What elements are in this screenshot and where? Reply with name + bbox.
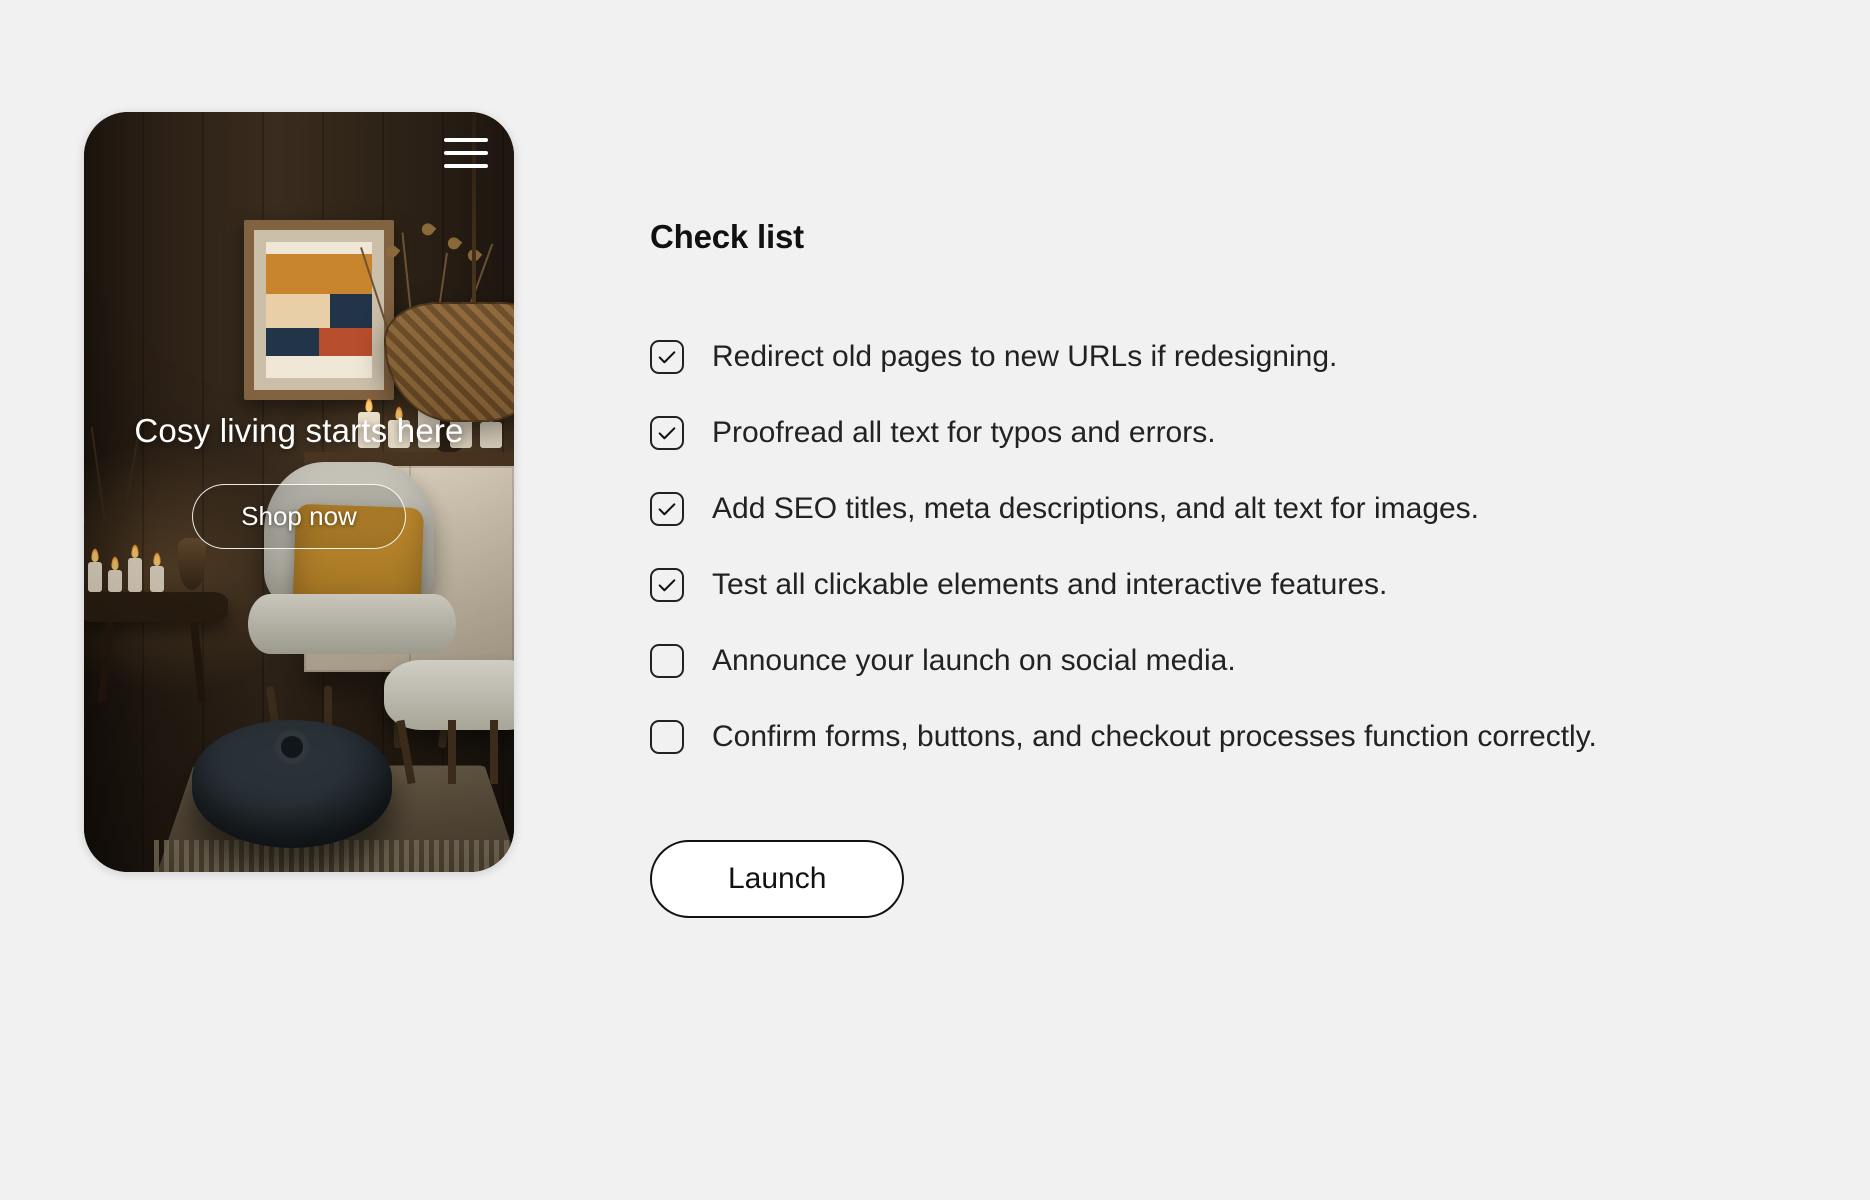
checklist-item-label: Announce your launch on social media. <box>712 644 1236 678</box>
footstool <box>384 660 514 730</box>
hero-title: Cosy living starts here <box>84 412 514 450</box>
hamburger-menu-icon[interactable] <box>444 138 488 170</box>
checklist-checkbox[interactable] <box>650 492 684 526</box>
checklist: Redirect old pages to new URLs if redesi… <box>650 340 1870 754</box>
mobile-site-preview: Cosy living starts here Shop now <box>84 112 514 872</box>
checklist-item-label: Redirect old pages to new URLs if redesi… <box>712 340 1337 374</box>
checklist-heading: Check list <box>650 218 1870 256</box>
checklist-item-label: Add SEO titles, meta descriptions, and a… <box>712 492 1479 526</box>
checklist-panel: Check list Redirect old pages to new URL… <box>650 218 1870 918</box>
pouf <box>192 720 392 848</box>
checklist-item: Confirm forms, buttons, and checkout pro… <box>650 720 1870 754</box>
launch-button[interactable]: Launch <box>650 840 904 918</box>
checklist-item: Add SEO titles, meta descriptions, and a… <box>650 492 1870 526</box>
checklist-item: Announce your launch on social media. <box>650 644 1870 678</box>
shop-now-button[interactable]: Shop now <box>192 484 406 549</box>
checklist-item-label: Test all clickable elements and interact… <box>712 568 1387 602</box>
checklist-item-label: Confirm forms, buttons, and checkout pro… <box>712 720 1597 754</box>
checklist-checkbox[interactable] <box>650 416 684 450</box>
checklist-item-label: Proofread all text for typos and errors. <box>712 416 1216 450</box>
checklist-checkbox[interactable] <box>650 720 684 754</box>
checklist-checkbox[interactable] <box>650 568 684 602</box>
checklist-item: Test all clickable elements and interact… <box>650 568 1870 602</box>
checklist-item: Proofread all text for typos and errors. <box>650 416 1870 450</box>
checklist-checkbox[interactable] <box>650 340 684 374</box>
checklist-item: Redirect old pages to new URLs if redesi… <box>650 340 1870 374</box>
checklist-checkbox[interactable] <box>650 644 684 678</box>
